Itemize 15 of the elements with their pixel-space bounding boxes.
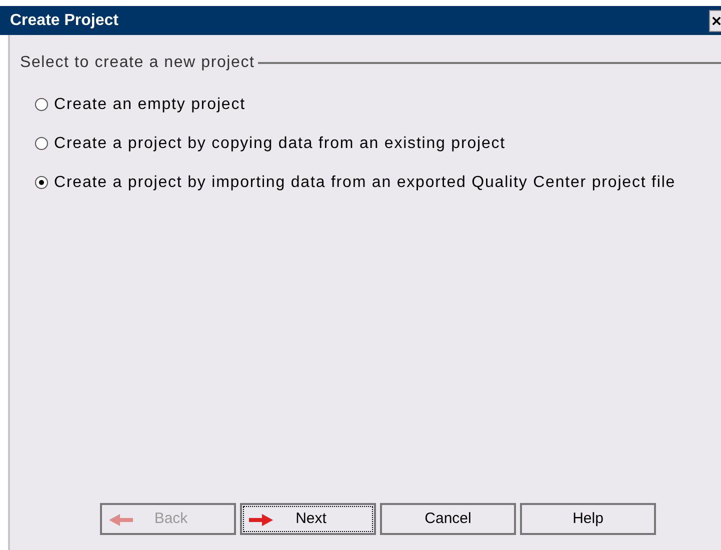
dialog-button[interactable]: Next (240, 503, 376, 535)
radio-button[interactable] (35, 137, 48, 150)
dialog-button[interactable]: Cancel (380, 503, 516, 535)
right-arrow-icon (248, 514, 274, 526)
close-button[interactable] (709, 10, 721, 32)
radio-option[interactable]: Create a project by importing data from an exported Quality Center project file (35, 172, 721, 193)
group-title: Select to create a new project (20, 53, 255, 73)
dialog-button[interactable]: Help (520, 503, 656, 535)
radio-button[interactable] (35, 176, 48, 189)
radio-option[interactable]: Create an empty project (35, 94, 721, 115)
radio-button[interactable] (35, 98, 48, 111)
close-icon (712, 16, 721, 26)
window-title: Create Project (10, 10, 118, 30)
radio-option[interactable]: Create a project by copying data from an existing project (35, 133, 721, 154)
left-arrow-icon (108, 514, 134, 526)
